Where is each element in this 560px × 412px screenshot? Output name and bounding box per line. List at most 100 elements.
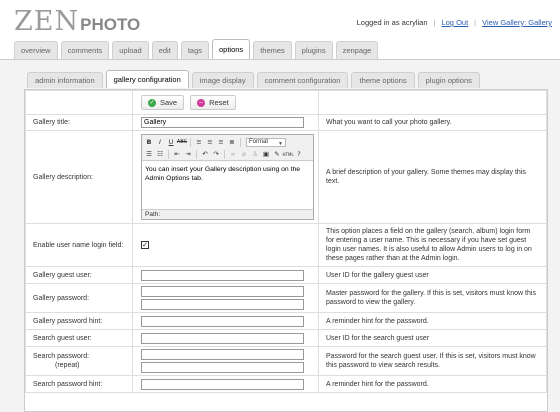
gallery-password-hint-label: Gallery password hint: bbox=[25, 312, 133, 330]
save-button[interactable]: ✓ Save bbox=[141, 95, 185, 110]
options-panel: admin information gallery configuration … bbox=[0, 60, 560, 412]
align-center-icon[interactable]: ≡ bbox=[205, 138, 215, 148]
divider bbox=[240, 138, 241, 147]
logo-photo-text: PHOTO bbox=[80, 15, 141, 34]
zenphoto-logo[interactable]: ZEN PHOTO bbox=[14, 6, 141, 37]
search-guest-user-label: Search guest user: bbox=[25, 329, 133, 347]
user-bar: Logged in as acrylian | Log Out | View G… bbox=[357, 18, 552, 27]
divider bbox=[190, 138, 191, 147]
divider bbox=[168, 150, 169, 159]
redo-icon[interactable]: ↷ bbox=[211, 150, 221, 160]
tab-themes[interactable]: themes bbox=[253, 41, 292, 59]
tab-zenpage[interactable]: zenpage bbox=[335, 41, 379, 59]
table-row: Gallery password: Master password for th… bbox=[25, 283, 547, 313]
anchor-icon[interactable]: ⚓ bbox=[250, 150, 260, 160]
search-guest-user-input[interactable] bbox=[141, 332, 304, 344]
format-select-label: Format bbox=[249, 139, 269, 145]
tab-plugins[interactable]: plugins bbox=[294, 41, 333, 59]
table-row: Enable user name login field: ✓ This opt… bbox=[25, 223, 547, 267]
italic-icon[interactable]: I bbox=[155, 138, 165, 148]
main-tabs: overview comments upload edit tags optio… bbox=[14, 39, 379, 60]
search-password-description: Password for the search guest user. If t… bbox=[318, 346, 547, 376]
logo-zen-text: ZEN bbox=[14, 6, 80, 37]
numbered-list-icon[interactable]: ☷ bbox=[155, 150, 165, 160]
subtab-admin-information[interactable]: admin information bbox=[27, 72, 103, 88]
search-password-hint-input[interactable] bbox=[141, 378, 304, 390]
options-table: ✓ Save – Reset Gallery title: What you w… bbox=[25, 90, 547, 393]
search-password-input[interactable] bbox=[141, 349, 304, 360]
image-icon[interactable]: ▣ bbox=[261, 150, 271, 160]
rich-text-editor: B I U ABC ≡ ≡ ≡ ≣ Format ▼ ☰ ☷ ⇤ ⇥ ↶ ↷ ∞… bbox=[141, 134, 314, 220]
align-justify-icon[interactable]: ≣ bbox=[227, 138, 237, 148]
subtab-comment-configuration[interactable]: comment configuration bbox=[256, 72, 349, 88]
gallery-password-description: Master password for the gallery. If this… bbox=[318, 283, 547, 313]
tab-edit[interactable]: edit bbox=[151, 41, 178, 59]
divider: | bbox=[474, 18, 477, 27]
align-left-icon[interactable]: ≡ bbox=[194, 138, 204, 148]
reset-label: Reset bbox=[209, 98, 229, 107]
gallery-title-input[interactable] bbox=[141, 117, 304, 128]
gallery-description-label: Gallery description: bbox=[25, 130, 133, 224]
subtab-theme-options[interactable]: theme options bbox=[351, 72, 415, 88]
subtab-gallery-configuration[interactable]: gallery configuration bbox=[105, 70, 189, 88]
divider: | bbox=[433, 18, 436, 27]
table-row: Gallery guest user: User ID for the gall… bbox=[25, 266, 547, 284]
minus-icon: – bbox=[197, 98, 206, 107]
undo-icon[interactable]: ↶ bbox=[200, 150, 210, 160]
html-icon[interactable]: HTML bbox=[282, 150, 293, 160]
indent-icon[interactable]: ⇥ bbox=[183, 150, 193, 160]
gallery-password-hint-input[interactable] bbox=[141, 315, 304, 327]
gallery-password-input[interactable] bbox=[141, 286, 304, 297]
tab-tags[interactable]: tags bbox=[180, 41, 209, 59]
tab-comments[interactable]: comments bbox=[60, 41, 110, 59]
tab-options[interactable]: options bbox=[212, 39, 251, 59]
user-name-login-checkbox[interactable]: ✓ bbox=[141, 241, 149, 249]
editor-content[interactable]: You can insert your Gallery description … bbox=[142, 162, 313, 210]
gallery-title-description: What you want to call your photo gallery… bbox=[318, 114, 547, 131]
tab-upload[interactable]: upload bbox=[112, 41, 149, 59]
search-password-hint-description: A reminder hint for the password. bbox=[318, 375, 547, 393]
cleanup-icon[interactable]: ✎ bbox=[272, 150, 282, 160]
bullet-list-icon[interactable]: ☰ bbox=[144, 150, 154, 160]
table-row: Gallery password hint: A reminder hint f… bbox=[25, 312, 547, 330]
user-name-login-description: This option places a field on the galler… bbox=[318, 223, 547, 267]
gallery-password-repeat-input[interactable] bbox=[141, 299, 304, 310]
strikethrough-icon[interactable]: ABC bbox=[177, 138, 187, 148]
gallery-guest-user-label: Gallery guest user: bbox=[25, 266, 133, 284]
table-row: Search password hint: A reminder hint fo… bbox=[25, 375, 547, 393]
header: ZEN PHOTO Logged in as acrylian | Log Ou… bbox=[0, 0, 560, 40]
align-right-icon[interactable]: ≡ bbox=[216, 138, 226, 148]
underline-icon[interactable]: U bbox=[166, 138, 176, 148]
gallery-password-hint-description: A reminder hint for the password. bbox=[318, 312, 547, 330]
bold-icon[interactable]: B bbox=[144, 138, 154, 148]
reset-button[interactable]: – Reset bbox=[190, 95, 236, 110]
search-password-repeat-input[interactable] bbox=[141, 362, 304, 373]
check-icon: ✓ bbox=[148, 98, 156, 107]
search-password-label: Search password: bbox=[33, 353, 90, 360]
gallery-title-label: Gallery title: bbox=[25, 114, 133, 131]
gallery-configuration-form: ✓ Save – Reset Gallery title: What you w… bbox=[24, 89, 548, 412]
search-password-hint-label: Search password hint: bbox=[25, 375, 133, 393]
table-row: Gallery title: What you want to call you… bbox=[25, 114, 547, 131]
help-icon[interactable]: ? bbox=[294, 150, 304, 160]
logout-link[interactable]: Log Out bbox=[441, 18, 468, 27]
sub-tabs: admin information gallery configuration … bbox=[27, 70, 480, 90]
table-row: Search guest user: User ID for the searc… bbox=[25, 329, 547, 347]
table-row: ✓ Save – Reset bbox=[25, 90, 547, 115]
unlink-icon[interactable]: ⌀ bbox=[239, 150, 249, 160]
editor-path-bar: Path: bbox=[142, 209, 313, 219]
logged-in-text: Logged in as acrylian bbox=[356, 18, 428, 27]
tab-overview[interactable]: overview bbox=[14, 41, 58, 59]
format-select[interactable]: Format ▼ bbox=[246, 138, 286, 147]
subtab-image-display[interactable]: image display bbox=[191, 72, 254, 88]
link-icon[interactable]: ∞ bbox=[228, 150, 238, 160]
view-gallery-link[interactable]: View Gallery: Gallery bbox=[482, 18, 552, 27]
subtab-plugin-options[interactable]: plugin options bbox=[417, 72, 480, 88]
table-row: Gallery description: B I U ABC ≡ ≡ ≡ ≣ F… bbox=[25, 130, 547, 224]
checkmark-icon: ✓ bbox=[142, 241, 148, 249]
gallery-guest-user-description: User ID for the gallery guest user bbox=[318, 266, 547, 284]
save-label: Save bbox=[160, 98, 178, 107]
outdent-icon[interactable]: ⇤ bbox=[172, 150, 182, 160]
gallery-guest-user-input[interactable] bbox=[141, 269, 304, 281]
divider bbox=[196, 150, 197, 159]
